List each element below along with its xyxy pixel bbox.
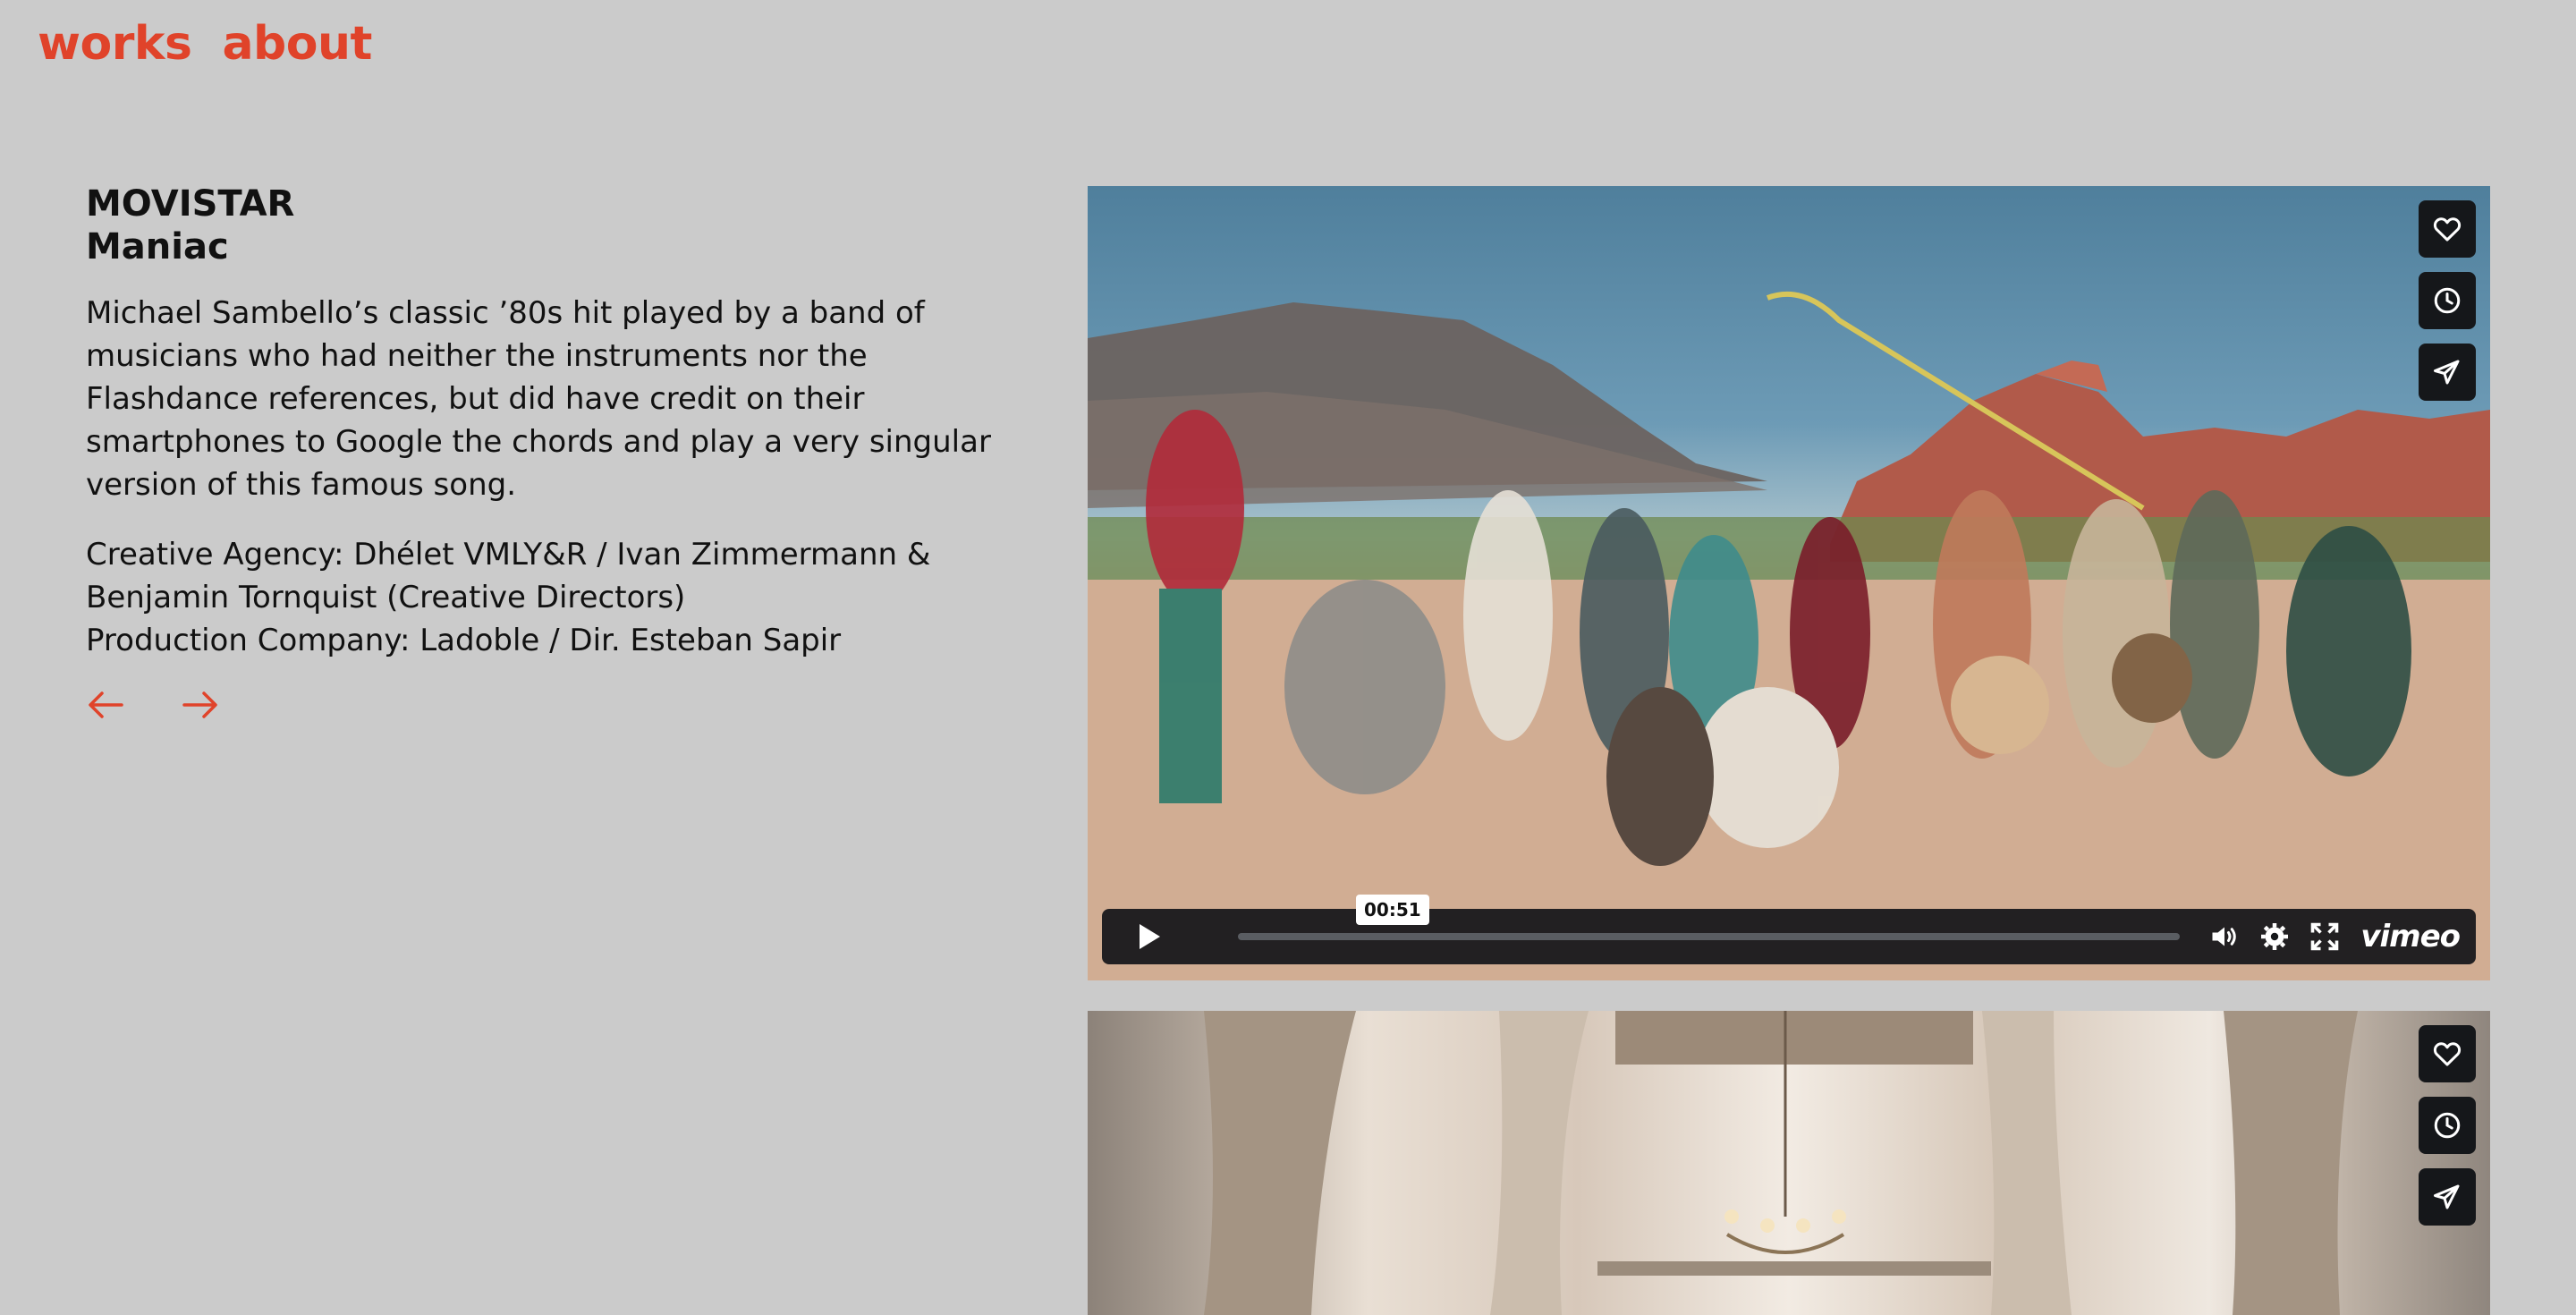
share-button[interactable] xyxy=(2419,1168,2476,1226)
like-button[interactable] xyxy=(2419,1025,2476,1082)
top-nav: works about xyxy=(38,13,372,75)
share-icon xyxy=(2434,1184,2460,1209)
fullscreen-button[interactable] xyxy=(2300,909,2350,964)
time-tooltip: 00:51 xyxy=(1356,895,1429,925)
video-control-bar: 00:51 vimeo xyxy=(1102,895,2476,964)
heart-icon xyxy=(2433,217,2462,242)
volume-icon xyxy=(2212,927,2237,946)
project-info: MOVISTAR Maniac Michael Sambello’s class… xyxy=(86,182,1025,662)
volume-button[interactable] xyxy=(2199,909,2250,964)
video-player[interactable] xyxy=(1088,1011,2490,1315)
next-project-button[interactable] xyxy=(181,678,220,732)
share-icon xyxy=(2434,360,2460,385)
project-client: MOVISTAR xyxy=(86,183,295,225)
heart-icon xyxy=(2433,1042,2462,1066)
nav-about-link[interactable]: about xyxy=(222,13,372,75)
vimeo-logo[interactable]: vimeo xyxy=(2360,919,2461,954)
video-side-buttons xyxy=(2419,200,2476,401)
watch-later-button[interactable] xyxy=(2419,1097,2476,1154)
arrow-left-icon xyxy=(89,691,123,718)
play-button[interactable] xyxy=(1102,909,1197,964)
watch-later-button[interactable] xyxy=(2419,272,2476,329)
project-credits: Creative Agency: Dhélet VMLY&R / Ivan Zi… xyxy=(86,533,1025,662)
play-icon xyxy=(1140,924,1160,949)
credit-line: Benjamin Tornquist (Creative Directors) xyxy=(86,580,686,615)
like-button[interactable] xyxy=(2419,200,2476,258)
settings-icon xyxy=(2261,923,2289,950)
arrow-right-icon xyxy=(182,691,217,718)
fullscreen-icon xyxy=(2311,922,2339,951)
settings-button[interactable] xyxy=(2250,909,2300,964)
clock-icon xyxy=(2434,287,2461,314)
credit-line: Production Company: Ladoble / Dir. Esteb… xyxy=(86,623,842,658)
video-player[interactable]: 00:51 vimeo xyxy=(1088,186,2490,980)
project-pager xyxy=(86,678,220,732)
share-button[interactable] xyxy=(2419,344,2476,401)
video-progress-bar[interactable]: 00:51 xyxy=(1238,895,2181,940)
clock-icon xyxy=(2434,1112,2461,1139)
video-side-buttons xyxy=(2419,1025,2476,1226)
video-scene xyxy=(1088,291,2490,980)
nav-works-link[interactable]: works xyxy=(38,13,192,75)
video-thumbnail xyxy=(1088,186,2490,980)
credit-line: Creative Agency: Dhélet VMLY&R / Ivan Zi… xyxy=(86,537,931,573)
project-description: Michael Sambello’s classic ’80s hit play… xyxy=(86,295,991,503)
project-title: Maniac xyxy=(86,226,229,267)
prev-project-button[interactable] xyxy=(86,678,125,732)
video-scene xyxy=(1204,1011,2358,1315)
video-thumbnail xyxy=(1088,1011,2490,1315)
